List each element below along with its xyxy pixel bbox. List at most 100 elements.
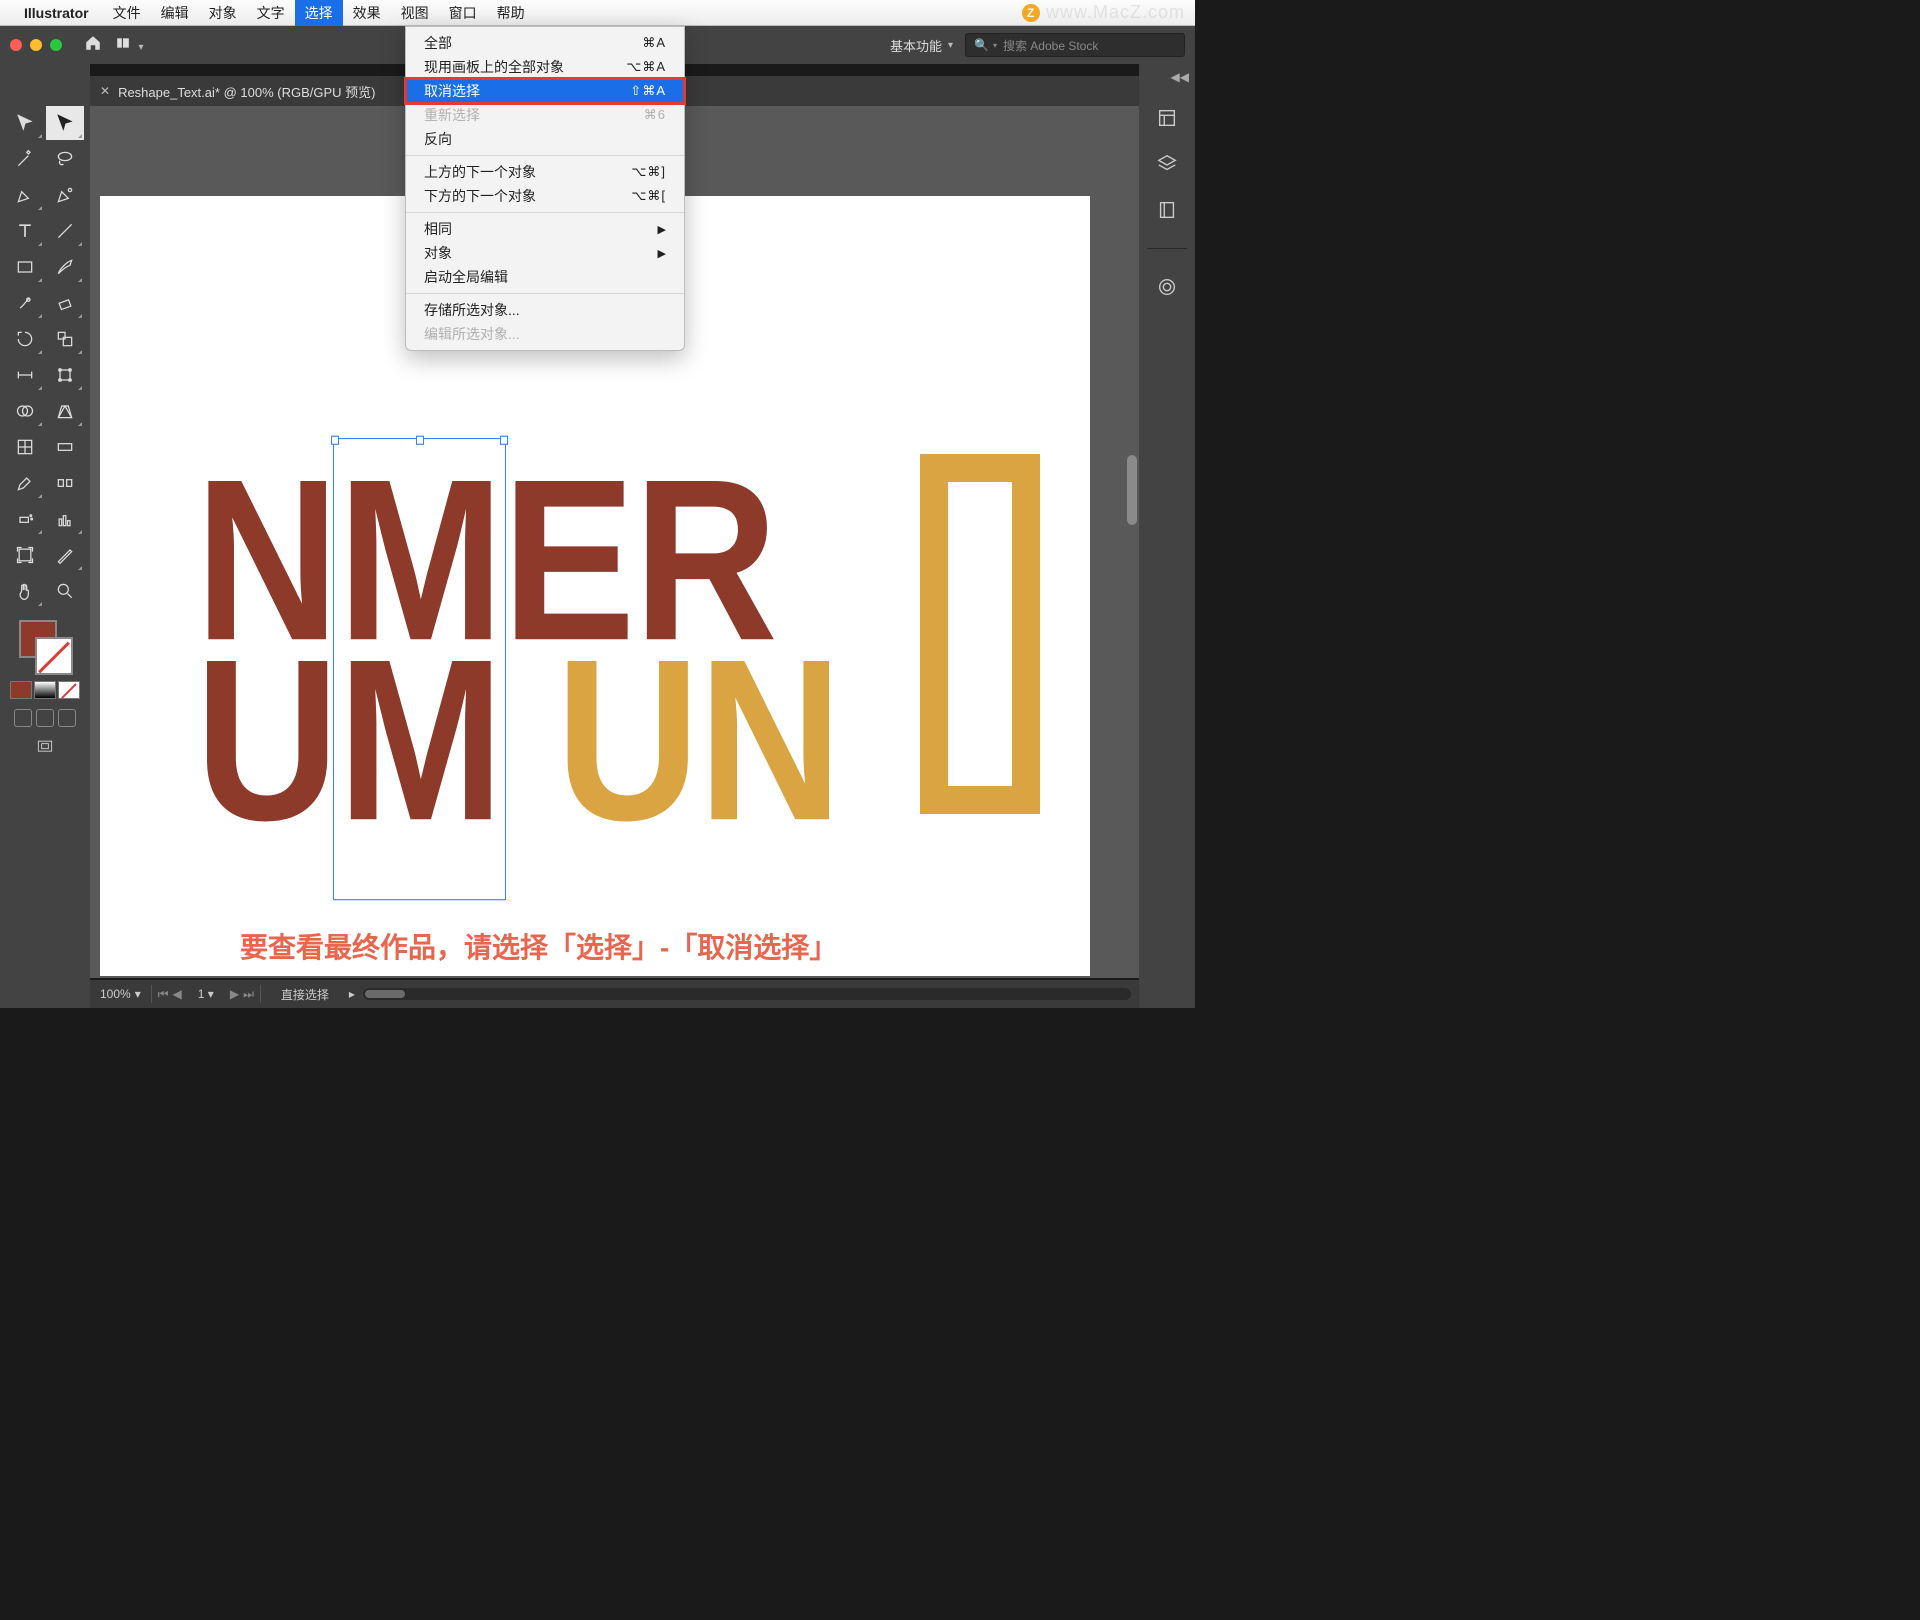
zoom-level[interactable]: 100%▾ bbox=[90, 987, 151, 1001]
watermark-z-icon: Z bbox=[1022, 4, 1040, 22]
lasso-tool[interactable] bbox=[46, 142, 84, 176]
appearance-panel-icon[interactable] bbox=[1153, 273, 1181, 301]
document-tab-title[interactable]: Reshape_Text.ai* @ 100% (RGB/GPU 预览) bbox=[118, 82, 375, 101]
last-artboard-icon[interactable]: ⏭ bbox=[243, 987, 254, 1002]
status-dropdown-icon[interactable]: ▸ bbox=[349, 987, 355, 1001]
rectangle-tool[interactable] bbox=[6, 250, 44, 284]
menu-type[interactable]: 文字 bbox=[247, 0, 295, 26]
minimize-window-button[interactable] bbox=[30, 39, 42, 51]
window-controls bbox=[10, 39, 62, 51]
menu-file[interactable]: 文件 bbox=[103, 0, 151, 26]
type-tool[interactable] bbox=[6, 214, 44, 248]
draw-normal-icon[interactable] bbox=[14, 709, 32, 727]
hand-tool[interactable] bbox=[6, 574, 44, 608]
menu-item-global-edit[interactable]: 启动全局编辑 bbox=[406, 265, 684, 289]
search-chevron-icon: ▾ bbox=[993, 41, 997, 50]
fill-stroke-swatches[interactable] bbox=[15, 620, 75, 675]
shaper-tool[interactable] bbox=[6, 286, 44, 320]
menu-object[interactable]: 对象 bbox=[199, 0, 247, 26]
selection-tool[interactable] bbox=[6, 106, 44, 140]
expand-panels-icon[interactable]: ◀◀ bbox=[1171, 70, 1189, 84]
artboard-number[interactable]: 1 ▾ bbox=[188, 987, 224, 1001]
perspective-tool[interactable] bbox=[46, 394, 84, 428]
workspace-switcher[interactable]: 基本功能 ▾ bbox=[890, 36, 953, 55]
solid-color-icon[interactable] bbox=[10, 681, 32, 699]
dock-separator bbox=[1147, 248, 1187, 249]
slice-tool[interactable] bbox=[46, 538, 84, 572]
search-adobe-stock[interactable]: 🔍 ▾ 搜索 Adobe Stock bbox=[965, 33, 1185, 57]
menu-item-all-on-artboard[interactable]: 现用画板上的全部对象⌥⌘A bbox=[406, 55, 684, 79]
artwork-bottom-text[interactable]: UM UN bbox=[195, 609, 841, 874]
maximize-window-button[interactable] bbox=[50, 39, 62, 51]
close-tab-icon[interactable]: ✕ bbox=[100, 84, 110, 98]
menu-item-edit-selection: 编辑所选对象... bbox=[406, 322, 684, 346]
zoom-tool[interactable] bbox=[46, 574, 84, 608]
menu-item-deselect[interactable]: 取消选择⇧⌘A bbox=[406, 79, 684, 103]
instruction-caption: 要查看最终作品，请选择「选择」-「取消选择」 bbox=[240, 926, 837, 966]
paintbrush-tool[interactable] bbox=[46, 250, 84, 284]
column-graph-tool[interactable] bbox=[46, 502, 84, 536]
pen-tool[interactable] bbox=[6, 178, 44, 212]
free-transform-tool[interactable] bbox=[46, 358, 84, 392]
stroke-color-swatch[interactable] bbox=[35, 637, 73, 675]
vertical-scrollbar[interactable] bbox=[1127, 455, 1137, 525]
artboard-tool[interactable] bbox=[6, 538, 44, 572]
curvature-tool[interactable] bbox=[46, 178, 84, 212]
symbol-sprayer-tool[interactable] bbox=[6, 502, 44, 536]
direct-selection-tool[interactable] bbox=[46, 106, 84, 140]
search-icon: 🔍 bbox=[974, 38, 989, 52]
mesh-tool[interactable] bbox=[6, 430, 44, 464]
arrange-documents-icon[interactable]: ▾ bbox=[114, 36, 143, 55]
menu-item-same[interactable]: 相同▶ bbox=[406, 217, 684, 241]
menu-view[interactable]: 视图 bbox=[391, 0, 439, 26]
screen-mode-icon[interactable] bbox=[35, 737, 55, 762]
artwork-outline-o[interactable] bbox=[920, 454, 1040, 814]
home-icon[interactable] bbox=[84, 34, 102, 57]
horizontal-scrollbar[interactable] bbox=[363, 988, 1131, 1000]
prev-artboard-icon[interactable]: ◀ bbox=[173, 987, 182, 1002]
submenu-arrow-icon: ▶ bbox=[658, 247, 666, 260]
libraries-panel-icon[interactable] bbox=[1153, 196, 1181, 224]
layers-panel-icon[interactable] bbox=[1153, 150, 1181, 178]
menu-item-inverse[interactable]: 反向 bbox=[406, 127, 684, 151]
scale-tool[interactable] bbox=[46, 322, 84, 356]
blend-tool[interactable] bbox=[46, 466, 84, 500]
menu-item-next-below[interactable]: 下方的下一个对象⌥⌘[ bbox=[406, 184, 684, 208]
first-artboard-icon[interactable]: ⏮ bbox=[158, 987, 169, 1002]
workspace-label: 基本功能 bbox=[890, 36, 942, 55]
menu-item-object[interactable]: 对象▶ bbox=[406, 241, 684, 265]
submenu-arrow-icon: ▶ bbox=[658, 223, 666, 236]
menu-edit[interactable]: 编辑 bbox=[151, 0, 199, 26]
menu-help[interactable]: 帮助 bbox=[487, 0, 535, 26]
draw-behind-icon[interactable] bbox=[36, 709, 54, 727]
line-tool[interactable] bbox=[46, 214, 84, 248]
rotate-tool[interactable] bbox=[6, 322, 44, 356]
menu-item-next-above[interactable]: 上方的下一个对象⌥⌘] bbox=[406, 160, 684, 184]
close-window-button[interactable] bbox=[10, 39, 22, 51]
menu-item-save-selection[interactable]: 存储所选对象... bbox=[406, 298, 684, 322]
color-mode-row bbox=[10, 681, 80, 699]
eyedropper-tool[interactable] bbox=[6, 466, 44, 500]
draw-modes bbox=[14, 709, 76, 727]
none-color-icon[interactable] bbox=[58, 681, 80, 699]
gradient-tool[interactable] bbox=[46, 430, 84, 464]
menu-select[interactable]: 选择 bbox=[295, 0, 343, 26]
next-artboard-icon[interactable]: ▶ bbox=[230, 987, 239, 1002]
menu-separator bbox=[406, 212, 684, 213]
magic-wand-tool[interactable] bbox=[6, 142, 44, 176]
draw-inside-icon[interactable] bbox=[58, 709, 76, 727]
status-bar: 100%▾ ⏮ ◀ 1 ▾ ▶ ⏭ 直接选择 ▸ bbox=[90, 980, 1139, 1008]
menu-effect[interactable]: 效果 bbox=[343, 0, 391, 26]
menu-separator bbox=[406, 293, 684, 294]
shape-builder-tool[interactable] bbox=[6, 394, 44, 428]
select-menu-dropdown: 全部⌘A 现用画板上的全部对象⌥⌘A 取消选择⇧⌘A 重新选择⌘6 反向 上方的… bbox=[405, 26, 685, 351]
properties-panel-icon[interactable] bbox=[1153, 104, 1181, 132]
width-tool[interactable] bbox=[6, 358, 44, 392]
menu-window[interactable]: 窗口 bbox=[439, 0, 487, 26]
current-tool-label: 直接选择 bbox=[261, 986, 349, 1003]
gradient-color-icon[interactable] bbox=[34, 681, 56, 699]
app-name[interactable]: Illustrator bbox=[24, 5, 89, 21]
menu-item-all[interactable]: 全部⌘A bbox=[406, 31, 684, 55]
chevron-down-icon: ▾ bbox=[948, 40, 953, 51]
eraser-tool[interactable] bbox=[46, 286, 84, 320]
